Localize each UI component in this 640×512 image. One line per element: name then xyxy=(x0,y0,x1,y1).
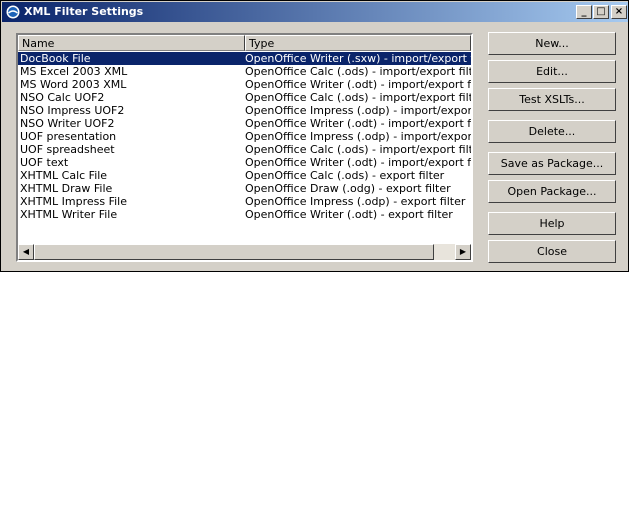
filter-name: NSO Impress UOF2 xyxy=(20,104,125,117)
window-title: XML Filter Settings xyxy=(24,5,144,18)
list-item[interactable]: MS Word 2003 XML OpenOffice Writer (.odt)… xyxy=(18,78,471,91)
filter-type: OpenOffice Draw (.odg) - export filter xyxy=(245,182,451,195)
save-as-package-button[interactable]: Save as Package... xyxy=(488,152,616,175)
list-item[interactable]: UOF presentation OpenOffice Impress (.odp… xyxy=(18,130,471,143)
filter-type: OpenOffice Writer (.sxw) - import/export… xyxy=(245,52,471,65)
filter-name: UOF spreadsheet xyxy=(20,143,115,156)
scroll-left-icon[interactable]: ◀ xyxy=(18,244,34,260)
column-header-type[interactable]: Type xyxy=(245,35,471,51)
filter-name: XHTML Impress File xyxy=(20,195,127,208)
filter-name: NSO Calc UOF2 xyxy=(20,91,105,104)
list-item[interactable]: NSO Impress UOF2 OpenOffice Impress (.odp… xyxy=(18,104,471,117)
list-item[interactable]: MS Excel 2003 XML OpenOffice Calc (.ods) … xyxy=(18,65,471,78)
list-item[interactable]: UOF text OpenOffice Writer (.odt) - impor… xyxy=(18,156,471,169)
edit-button[interactable]: Edit... xyxy=(488,60,616,83)
filter-list[interactable]: Name Type DocBook File OpenOffice Writer … xyxy=(16,33,473,262)
help-button[interactable]: Help xyxy=(488,212,616,235)
xml-filter-settings-dialog: XML Filter Settings _ □ × Name Type DocB… xyxy=(0,0,629,272)
filter-type: OpenOffice Calc (.ods) - export filter xyxy=(245,169,445,182)
list-item[interactable]: XHTML Calc File OpenOffice Calc (.ods) - … xyxy=(18,169,471,182)
list-item[interactable]: XHTML Draw File OpenOffice Draw (.odg) - … xyxy=(18,182,471,195)
filter-name: XHTML Draw File xyxy=(20,182,113,195)
list-item[interactable]: XHTML Writer File OpenOffice Writer (.odt… xyxy=(18,208,471,221)
list-item[interactable]: NSO Calc UOF2 OpenOffice Calc (.ods) - im… xyxy=(18,91,471,104)
filter-type: OpenOffice Calc (.ods) - import/export f… xyxy=(245,143,471,156)
list-item[interactable]: XHTML Impress File OpenOffice Impress (.o… xyxy=(18,195,471,208)
scroll-right-icon[interactable]: ▶ xyxy=(455,244,471,260)
close-window-button[interactable]: × xyxy=(611,5,627,19)
test-xslts-button[interactable]: Test XSLTs... xyxy=(488,88,616,111)
column-header-name[interactable]: Name xyxy=(18,35,245,51)
list-rows: DocBook File OpenOffice Writer (.sxw) - i… xyxy=(18,52,471,221)
filter-type: OpenOffice Impress (.odp) - import/expor… xyxy=(245,130,471,143)
list-header: Name Type xyxy=(18,35,471,51)
filter-name: XHTML Calc File xyxy=(20,169,108,182)
filter-type: OpenOffice Writer (.odt) - import/export… xyxy=(245,117,471,130)
filter-name: NSO Writer UOF2 xyxy=(20,117,115,130)
list-item[interactable]: DocBook File OpenOffice Writer (.sxw) - i… xyxy=(18,52,471,65)
filter-type: OpenOffice Impress (.odp) - import/expor… xyxy=(245,104,471,117)
close-button[interactable]: Close xyxy=(488,240,616,263)
new-button[interactable]: New... xyxy=(488,32,616,55)
scrollbar-thumb[interactable] xyxy=(34,244,434,260)
filter-name: XHTML Writer File xyxy=(20,208,118,221)
delete-button[interactable]: Delete... xyxy=(488,120,616,143)
list-item[interactable]: UOF spreadsheet OpenOffice Calc (.ods) - … xyxy=(18,143,471,156)
filter-type: OpenOffice Impress (.odp) - export filte… xyxy=(245,195,466,208)
filter-name: DocBook File xyxy=(20,52,91,65)
filter-type: OpenOffice Calc (.ods) - import/export f… xyxy=(245,65,471,78)
filter-type: OpenOffice Calc (.ods) - import/export f… xyxy=(245,91,471,104)
filter-name: MS Excel 2003 XML xyxy=(20,65,128,78)
filter-name: MS Word 2003 XML xyxy=(20,78,127,91)
filter-type: OpenOffice Writer (.odt) - import/export… xyxy=(245,156,471,169)
filter-name: UOF presentation xyxy=(20,130,117,143)
maximize-button[interactable]: □ xyxy=(593,5,609,19)
horizontal-scrollbar[interactable]: ◀ ▶ xyxy=(18,244,471,260)
open-package-button[interactable]: Open Package... xyxy=(488,180,616,203)
minimize-button[interactable]: _ xyxy=(576,5,592,19)
app-icon xyxy=(6,5,20,19)
filter-name: UOF text xyxy=(20,156,69,169)
filter-type: OpenOffice Writer (.odt) - export filter xyxy=(245,208,453,221)
title-bar[interactable]: XML Filter Settings _ □ × xyxy=(2,2,628,22)
filter-type: OpenOffice Writer (.odt) - import/export… xyxy=(245,78,471,91)
list-item[interactable]: NSO Writer UOF2 OpenOffice Writer (.odt) … xyxy=(18,117,471,130)
